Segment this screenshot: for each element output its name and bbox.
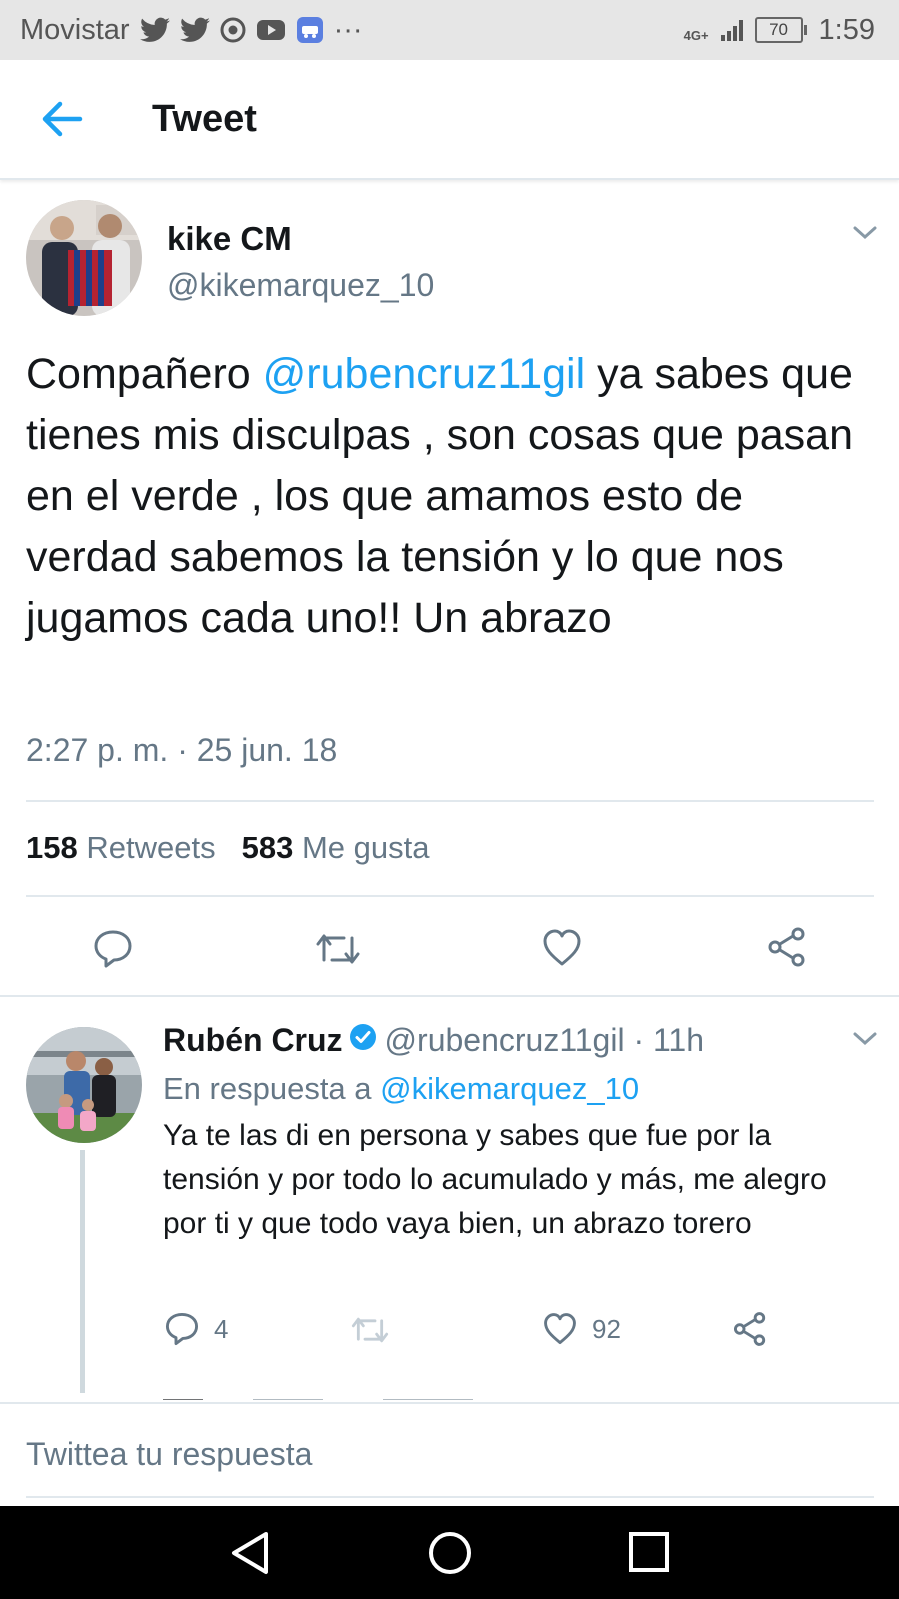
reply-count: 4 xyxy=(214,1313,229,1344)
system-nav-bar xyxy=(0,1506,899,1599)
battery-icon: 70 xyxy=(754,17,807,43)
divider xyxy=(26,895,874,897)
mention-link[interactable]: @rubencruz11gil xyxy=(263,350,586,398)
square-recents-icon xyxy=(629,1532,669,1572)
reply-header: Rubén Cruz @rubencruz11gil · 11h xyxy=(163,1022,704,1059)
reply-input[interactable]: Twittea tu respuesta xyxy=(26,1436,312,1473)
battery-level: 70 xyxy=(769,20,788,39)
back-button[interactable] xyxy=(38,96,88,142)
retweet-icon xyxy=(316,934,360,964)
divider xyxy=(26,800,874,802)
retweets-count: 158 xyxy=(26,830,78,865)
status-bar: Movistar ··· 4G+ 70 1:59 xyxy=(0,0,899,60)
author-handle[interactable]: @kikemarquez_10 xyxy=(167,267,434,304)
verified-badge-icon xyxy=(349,1022,377,1059)
youtube-notification-icon xyxy=(256,19,286,41)
in-reply-to: En respuesta a @kikemarquez_10 xyxy=(163,1071,639,1107)
likes-label: Me gusta xyxy=(301,830,430,865)
carrier-label: Movistar xyxy=(20,13,130,46)
section-divider xyxy=(0,995,899,997)
nav-recents-button[interactable] xyxy=(628,1531,670,1578)
reply-composer: Twittea tu respuesta xyxy=(0,1402,899,1508)
reply-retweet-button[interactable] xyxy=(350,1314,390,1346)
reply-like-button[interactable]: 92 xyxy=(542,1312,621,1346)
car-app-notification-icon xyxy=(296,16,324,44)
in-reply-mention[interactable]: @kikemarquez_10 xyxy=(380,1071,639,1106)
tweet-options-button[interactable] xyxy=(852,224,878,247)
reply-share-button[interactable] xyxy=(732,1311,768,1347)
circle-home-icon xyxy=(429,1532,471,1574)
share-button[interactable] xyxy=(766,926,808,973)
likes-stat[interactable]: 583 Me gusta xyxy=(242,830,430,866)
avatar[interactable] xyxy=(26,200,142,316)
thread-line xyxy=(80,1150,85,1393)
like-count: 92 xyxy=(592,1313,621,1344)
twitter-notification-icon xyxy=(179,17,210,43)
in-reply-prefix: En respuesta a xyxy=(163,1071,381,1106)
reply-avatar[interactable] xyxy=(26,1027,142,1143)
next-reply-peek xyxy=(163,1392,563,1400)
heart-icon xyxy=(544,1313,576,1345)
reply-body: Ya te las di en persona y sabes que fue … xyxy=(163,1119,827,1240)
chevron-down-icon xyxy=(853,226,877,240)
signal-icon xyxy=(719,17,745,43)
twitter-notification-icon xyxy=(139,17,170,43)
reply-handle-time[interactable]: @rubencruz11gil · 11h xyxy=(385,1022,704,1059)
retweet-button[interactable] xyxy=(314,930,362,973)
chevron-down-icon xyxy=(853,1032,877,1046)
more-notifications-icon: ··· xyxy=(333,13,363,46)
page-title: Tweet xyxy=(152,98,257,140)
network-type-label: 4G+ xyxy=(683,27,709,43)
triangle-back-icon xyxy=(232,1532,268,1574)
share-icon xyxy=(768,927,805,967)
share-icon xyxy=(733,1312,766,1346)
arrow-left-icon xyxy=(42,101,83,137)
tweet-stats: 158 Retweets 583 Me gusta xyxy=(26,830,429,866)
composer-underline xyxy=(26,1496,874,1498)
nav-back-button[interactable] xyxy=(228,1530,272,1581)
reply-button[interactable] xyxy=(92,928,134,975)
retweets-label: Retweets xyxy=(86,830,216,865)
comment-icon xyxy=(94,930,132,968)
app-header: Tweet xyxy=(0,60,899,180)
chrome-notification-icon xyxy=(220,17,246,43)
nav-home-button[interactable] xyxy=(427,1530,473,1581)
author-name[interactable]: kike CM xyxy=(167,220,292,258)
tweet-text-start: Compañero xyxy=(26,350,263,398)
tweet-timestamp: 2:27 p. m. · 25 jun. 18 xyxy=(26,732,338,768)
retweets-stat[interactable]: 158 Retweets xyxy=(26,830,216,866)
like-button[interactable] xyxy=(541,928,583,973)
reply-reply-button[interactable]: 4 xyxy=(164,1311,228,1347)
heart-icon xyxy=(543,929,581,966)
reply-options-button[interactable] xyxy=(852,1030,878,1053)
tweet-body: Compañero @rubencruz11gil ya sabes que t… xyxy=(26,344,876,649)
clock: 1:59 xyxy=(818,13,875,46)
comment-icon xyxy=(165,1312,199,1346)
likes-count: 583 xyxy=(241,830,294,865)
retweet-icon xyxy=(351,1317,389,1343)
reply-author-name[interactable]: Rubén Cruz xyxy=(163,1022,343,1059)
